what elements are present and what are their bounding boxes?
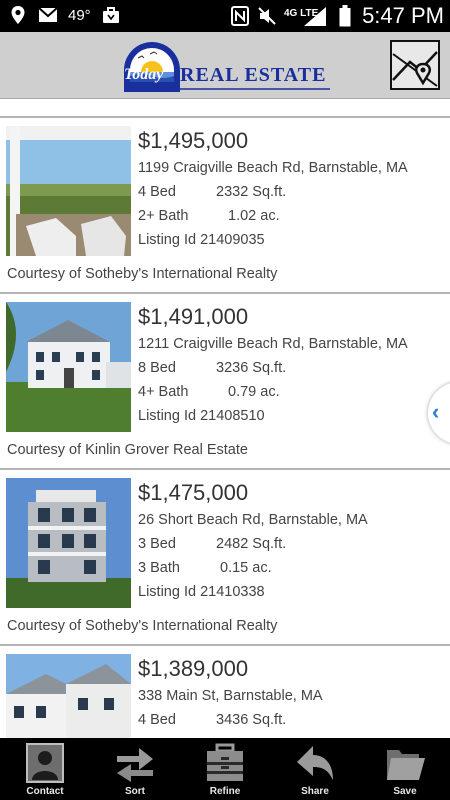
nfc-icon — [230, 6, 250, 26]
listing-beds: 4 Bed — [138, 184, 176, 200]
lte-signal-icon: 4G LTE — [284, 6, 328, 26]
listing-sqft: 2482 Sq.ft. — [216, 536, 287, 552]
listing-card[interactable]: $1,389,000 338 Main St, Barnstable, MA 4… — [0, 646, 450, 738]
contact-label: Contact — [26, 786, 64, 797]
listing-id: Listing Id 21410338 — [138, 584, 265, 600]
listing-baths: 3 Bath — [138, 560, 180, 576]
listing-photo[interactable] — [6, 478, 131, 608]
chevron-left-icon: ‹ — [432, 399, 440, 424]
map-pin-icon — [390, 40, 440, 90]
listing-sqft: 2332 Sq.ft. — [216, 184, 287, 200]
location-pin-icon — [8, 5, 28, 25]
listing-beds: 4 Bed — [138, 712, 176, 728]
listing-card[interactable]: $1,475,000 26 Short Beach Rd, Barnstable… — [0, 470, 450, 646]
share-label: Share — [301, 786, 329, 797]
sort-button[interactable]: Sort — [90, 738, 180, 800]
listing-photo[interactable] — [6, 302, 131, 432]
map-view-button[interactable] — [390, 40, 440, 90]
listing-address: 1211 Craigville Beach Rd, Barnstable, MA — [138, 336, 408, 352]
app-header: Today REAL ESTATE — [0, 32, 450, 99]
listing-card[interactable]: $1,491,000 1211 Craigville Beach Rd, Bar… — [0, 294, 450, 470]
temperature: 49° — [68, 6, 91, 24]
clock: 5:47 PM — [362, 3, 444, 28]
logo-real-estate-text: REAL ESTATE — [180, 64, 327, 86]
save-label: Save — [393, 786, 417, 797]
listing-price: $1,389,000 — [138, 656, 249, 681]
network-type-label: 4G LTE — [284, 8, 319, 19]
listing-beds: 3 Bed — [138, 536, 176, 552]
listing-acres: 1.02 ac. — [228, 208, 280, 224]
previous-listing-partial — [0, 98, 450, 118]
status-bar: 49° 4G LTE 5:47 PM — [0, 0, 450, 32]
today-real-estate-logo: Today REAL ESTATE — [122, 42, 332, 92]
listing-photo[interactable] — [6, 126, 131, 256]
sort-arrows-icon — [117, 748, 153, 782]
battery-icon — [335, 5, 355, 27]
logo-today-text: Today — [124, 66, 164, 83]
listing-id: Listing Id 21409035 — [138, 232, 265, 248]
listing-photo[interactable] — [6, 654, 131, 738]
listing-price: $1,495,000 — [138, 128, 249, 153]
listing-address: 1199 Craigville Beach Rd, Barnstable, MA — [138, 160, 408, 176]
share-arrow-icon — [297, 746, 333, 780]
refine-button[interactable]: Refine — [180, 738, 270, 800]
toolbox-icon — [207, 743, 243, 781]
contact-button[interactable]: Contact — [0, 738, 90, 800]
listing-price: $1,475,000 — [138, 480, 249, 505]
listing-sqft: 3236 Sq.ft. — [216, 360, 287, 376]
listing-sqft: 3436 Sq.ft. — [216, 712, 287, 728]
save-button[interactable]: Save — [360, 738, 450, 800]
listing-address: 26 Short Beach Rd, Barnstable, MA — [138, 512, 368, 528]
listing-courtesy: Courtesy of Sotheby's International Real… — [7, 618, 278, 634]
listing-acres: 0.79 ac. — [228, 384, 280, 400]
briefcase-icon — [101, 5, 121, 25]
folder-icon — [387, 750, 425, 780]
listing-address: 338 Main St, Barnstable, MA — [138, 688, 323, 704]
mute-icon — [257, 6, 277, 26]
listing-acres: 0.15 ac. — [220, 560, 272, 576]
listing-card[interactable]: $1,495,000 1199 Craigville Beach Rd, Bar… — [0, 118, 450, 294]
listing-beds: 8 Bed — [138, 360, 176, 376]
listing-price: $1,491,000 — [138, 304, 249, 329]
listing-baths: 4+ Bath — [138, 384, 189, 400]
refine-label: Refine — [209, 786, 241, 797]
share-button[interactable]: Share — [270, 738, 360, 800]
contact-icon — [26, 743, 64, 783]
bottom-toolbar: Contact Sort Refine Share Save — [0, 738, 450, 800]
sort-label: Sort — [125, 786, 145, 797]
listing-baths: 2+ Bath — [138, 208, 189, 224]
listing-id: Listing Id 21408510 — [138, 408, 265, 424]
listing-courtesy: Courtesy of Kinlin Grover Real Estate — [7, 442, 248, 458]
listing-courtesy: Courtesy of Sotheby's International Real… — [7, 266, 278, 282]
gmail-icon — [38, 5, 58, 25]
listing-list[interactable]: $1,495,000 1199 Craigville Beach Rd, Bar… — [0, 98, 450, 738]
